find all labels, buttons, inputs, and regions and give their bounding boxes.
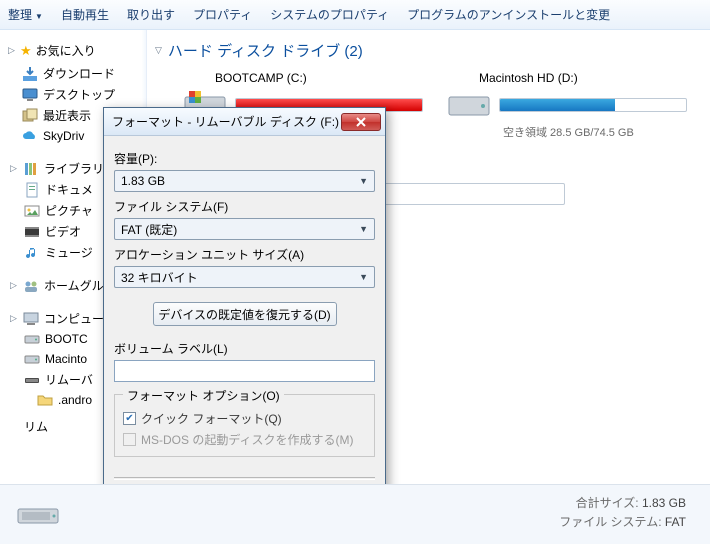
filesystem-label: ファイル システム(F) xyxy=(114,198,375,215)
drive-machd[interactable]: Macintosh HD (D:) 空き領域 28.5 GB/74.5 GB xyxy=(447,71,687,140)
toolbar-eject[interactable]: 取り出す xyxy=(127,6,175,23)
chevron-down-icon: ▽ xyxy=(155,45,162,56)
allocation-select[interactable]: 32 キロバイト▼ xyxy=(114,266,375,288)
volume-label-label: ボリューム ラベル(L) xyxy=(114,340,375,357)
download-icon xyxy=(22,66,38,82)
document-icon xyxy=(24,182,40,198)
music-icon xyxy=(24,245,40,261)
video-icon xyxy=(24,224,40,240)
checkbox-icon: ✔ xyxy=(123,412,136,425)
toolbar: 整理▼ 自動再生 取り出す プロパティ システムのプロパティ プログラムのアンイ… xyxy=(0,0,710,30)
capacity-bar xyxy=(499,98,687,112)
chevron-down-icon: ▼ xyxy=(359,176,368,186)
picture-icon xyxy=(24,203,40,219)
allocation-label: アロケーション ユニット サイズ(A) xyxy=(114,246,375,263)
sidebar-favorites[interactable]: ▷★ お気に入り xyxy=(8,42,146,59)
toolbar-autoplay[interactable]: 自動再生 xyxy=(61,6,109,23)
close-button[interactable] xyxy=(341,113,381,131)
cloud-icon xyxy=(22,128,38,144)
hdd-icon xyxy=(447,89,491,121)
capacity-label: 容量(P): xyxy=(114,150,375,167)
format-dialog: フォーマット - リムーバブル ディスク (F:) 容量(P): 1.83 GB… xyxy=(103,107,386,528)
format-options-group: フォーマット オプション(O) ✔ クイック フォーマット(Q) MS-DOS … xyxy=(114,394,375,457)
divider xyxy=(114,477,375,480)
msdos-boot-checkbox: MS-DOS の起動ディスクを作成する(M) xyxy=(123,431,366,448)
chevron-down-icon: ▼ xyxy=(359,224,368,234)
library-icon xyxy=(23,161,39,177)
dialog-title: フォーマット - リムーバブル ディスク (F:) xyxy=(112,113,341,130)
star-icon: ★ xyxy=(20,43,32,59)
toolbar-organize[interactable]: 整理▼ xyxy=(8,6,43,23)
sidebar-downloads[interactable]: ダウンロード xyxy=(10,63,146,84)
computer-icon xyxy=(23,311,39,327)
sidebar-desktop[interactable]: デスクトップ xyxy=(10,84,146,105)
quick-format-checkbox[interactable]: ✔ クイック フォーマット(Q) xyxy=(123,410,366,427)
drive-free-space: 空き領域 28.5 GB/74.5 GB xyxy=(447,124,687,140)
hdd-section-header[interactable]: ▽ ハード ディスク ドライブ (2) xyxy=(155,36,700,71)
removable-icon xyxy=(24,372,40,388)
toolbar-system-properties[interactable]: システムのプロパティ xyxy=(270,6,389,23)
filesystem-select[interactable]: FAT (既定)▼ xyxy=(114,218,375,240)
toolbar-programs[interactable]: プログラムのアンインストールと変更 xyxy=(407,6,610,23)
folder-icon xyxy=(37,392,53,408)
toolbar-properties[interactable]: プロパティ xyxy=(193,6,252,23)
recent-icon xyxy=(22,108,38,124)
close-icon xyxy=(356,117,366,127)
capacity-select[interactable]: 1.83 GB▼ xyxy=(114,170,375,192)
format-options-label: フォーマット オプション(O) xyxy=(123,387,284,404)
removable-disk-icon xyxy=(16,495,60,534)
details-text: 合計サイズ: 1.83 GB ファイル システム: FAT xyxy=(559,494,686,532)
chevron-down-icon: ▼ xyxy=(359,272,368,282)
restore-defaults-button[interactable]: デバイスの既定値を復元する(D) xyxy=(153,302,337,326)
hdd-icon xyxy=(24,351,40,367)
desktop-icon xyxy=(22,87,38,103)
volume-label-input[interactable] xyxy=(114,360,375,382)
dialog-titlebar[interactable]: フォーマット - リムーバブル ディスク (F:) xyxy=(104,108,385,136)
hdd-icon xyxy=(24,331,40,347)
checkbox-icon xyxy=(123,433,136,446)
homegroup-icon xyxy=(23,278,39,294)
